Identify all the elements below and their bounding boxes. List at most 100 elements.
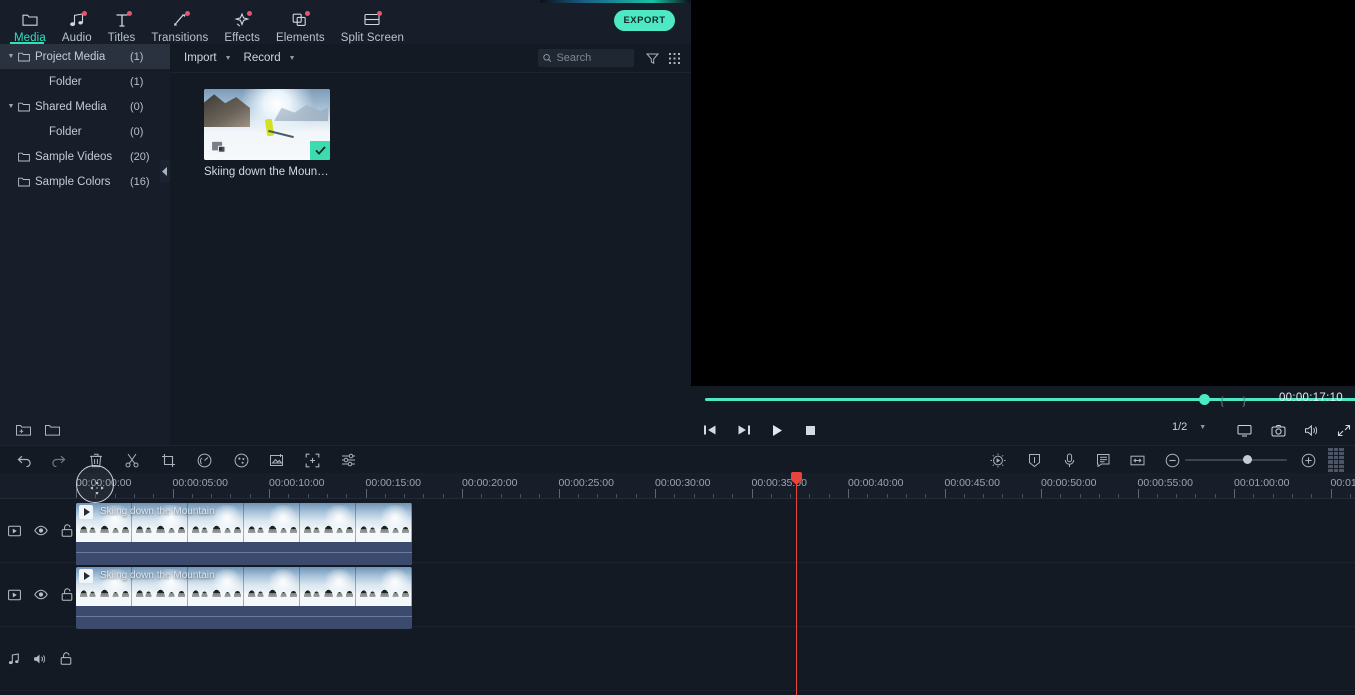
folder-icon <box>18 152 35 162</box>
library-item-project-media[interactable]: ▼ Project Media (1) <box>0 44 170 69</box>
shield-mask-icon[interactable] <box>1023 449 1045 471</box>
crop-icon[interactable] <box>157 449 179 471</box>
seek-handle[interactable] <box>1199 394 1210 405</box>
search-box[interactable] <box>538 49 634 67</box>
library-item-label: Project Media <box>35 50 106 63</box>
nav-tab-titles[interactable]: Titles <box>100 2 144 44</box>
track-lane[interactable] <box>76 627 1355 690</box>
next-frame-icon[interactable] <box>733 419 755 441</box>
timeline: 00:00:00:00 00:00:05:00 00:00:10:00 00:00:1… <box>0 465 1355 695</box>
clip-frame <box>188 503 244 542</box>
library-item-sample-colors[interactable]: Sample Colors (16) <box>0 169 170 194</box>
library-item-shared-media[interactable]: ▼ Shared Media (0) <box>0 94 170 119</box>
frame-snow <box>356 529 411 542</box>
subtitle-icon[interactable] <box>1092 449 1114 471</box>
frame-snow <box>132 593 187 606</box>
camera-icon[interactable] <box>1267 419 1289 441</box>
redo-arrow-icon[interactable] <box>48 449 70 471</box>
player-timecode: 00:00:17:10 <box>1278 392 1343 404</box>
timeline-clip[interactable]: Skiing down the Mountain <box>76 567 412 629</box>
timeline-ruler[interactable]: 00:00:00:00 00:00:05:00 00:00:10:00 00:00:1… <box>0 473 1355 499</box>
speaker-icon[interactable] <box>33 653 47 665</box>
music-track-icon[interactable] <box>8 652 20 665</box>
mark-out-button[interactable]: } <box>1241 393 1247 409</box>
undo-arrow-icon[interactable] <box>13 449 35 471</box>
library-item-sample-videos[interactable]: Sample Videos (20) <box>0 144 170 169</box>
clip-play-icon[interactable] <box>79 505 93 519</box>
media-item[interactable]: Skiing down the Mountain <box>204 89 330 178</box>
collapse-panel-icon[interactable] <box>160 160 170 182</box>
pip-icon[interactable] <box>210 139 227 155</box>
nav-tab-transitions[interactable]: Transitions <box>143 2 216 44</box>
ruler-minor-tick <box>828 494 830 498</box>
track-lane[interactable]: Skiing down the Mountain <box>76 499 1355 565</box>
ruler-tick-label: 00:00:55:00 <box>1137 477 1193 489</box>
export-button[interactable]: EXPORT <box>614 10 675 31</box>
video-track-icon[interactable] <box>8 525 21 537</box>
nav-tab-media[interactable]: Media <box>6 2 54 44</box>
mark-in-button[interactable]: { <box>1219 393 1225 409</box>
ruler-minor-tick <box>674 494 676 498</box>
ruler-minor-tick <box>790 494 792 498</box>
preview-monitor[interactable] <box>691 0 1355 386</box>
timeline-zoom-handle[interactable] <box>1243 455 1252 464</box>
stop-icon[interactable] <box>799 419 821 441</box>
timeline-clip[interactable]: Skiing down the Mountain <box>76 503 412 565</box>
caret-down-icon[interactable]: ▼ <box>4 103 18 110</box>
clip-play-icon[interactable] <box>79 569 93 583</box>
grid-view-icon[interactable] <box>665 49 683 67</box>
magic-wand-icon[interactable] <box>987 449 1009 471</box>
import-button[interactable]: Import ▼ <box>178 47 238 69</box>
new-folder-icon[interactable] <box>16 423 31 436</box>
sliders-icon[interactable] <box>337 449 359 471</box>
nav-tab-audio[interactable]: Audio <box>54 2 100 44</box>
media-browser-panel: Import ▼ Record ▼ Search Skiing down the… <box>170 44 691 413</box>
speedometer-icon[interactable] <box>193 449 215 471</box>
palette-icon[interactable] <box>230 449 252 471</box>
prev-frame-icon[interactable] <box>699 419 721 441</box>
clip-frame <box>132 503 188 542</box>
monitor-icon[interactable] <box>1233 419 1255 441</box>
ruler-minor-tick <box>1118 494 1120 498</box>
track-lane[interactable]: Skiing down the Mountain <box>76 563 1355 629</box>
filter-funnel-icon[interactable] <box>643 49 661 67</box>
plus-circle-icon[interactable] <box>1297 449 1319 471</box>
fit-width-icon[interactable] <box>1126 449 1148 471</box>
caret-down-icon[interactable]: ▼ <box>4 53 18 60</box>
unlock-icon[interactable] <box>61 524 73 537</box>
grid-drag-handle-icon[interactable] <box>1328 448 1344 472</box>
library-item-label: Shared Media <box>35 100 107 113</box>
library-item-folder[interactable]: Folder (0) <box>0 119 170 144</box>
ruler-minor-tick <box>635 494 637 498</box>
chroma-key-icon[interactable] <box>265 449 287 471</box>
open-folder-icon[interactable] <box>45 423 60 436</box>
media-thumbnail[interactable] <box>204 89 330 160</box>
record-button[interactable]: Record ▼ <box>238 47 302 69</box>
eye-icon[interactable] <box>34 589 48 600</box>
scissors-icon[interactable] <box>121 449 143 471</box>
frame-snow <box>300 529 355 542</box>
tracking-box-icon[interactable] <box>301 449 323 471</box>
media-toolbar: Import ▼ Record ▼ <box>170 44 691 73</box>
timeline-zoom-slider[interactable] <box>1185 455 1287 464</box>
unlock-icon[interactable] <box>61 588 73 601</box>
seek-bar[interactable] <box>705 398 1355 401</box>
microphone-icon[interactable] <box>1058 449 1080 471</box>
ruler-minor-tick <box>442 494 444 498</box>
nav-tab-elements[interactable]: Elements <box>268 2 333 44</box>
nav-tab-label: Audio <box>61 32 92 44</box>
minus-circle-icon[interactable] <box>1161 449 1183 471</box>
preview-quality-select[interactable]: 1/2 ▼ <box>1172 421 1206 433</box>
ruler-minor-tick <box>384 494 386 498</box>
unlock-icon[interactable] <box>60 652 72 665</box>
speaker-icon[interactable] <box>1300 419 1322 441</box>
nav-tab-split-screen[interactable]: Split Screen <box>333 2 412 44</box>
play-icon[interactable] <box>766 419 788 441</box>
eye-icon[interactable] <box>34 525 48 536</box>
search-input[interactable] <box>556 52 629 64</box>
video-track-icon[interactable] <box>8 589 21 601</box>
library-item-folder[interactable]: Folder (1) <box>0 69 170 94</box>
expand-arrows-icon[interactable] <box>1333 419 1355 441</box>
ruler-minor-tick <box>1214 494 1216 498</box>
nav-tab-effects[interactable]: Effects <box>216 2 268 44</box>
